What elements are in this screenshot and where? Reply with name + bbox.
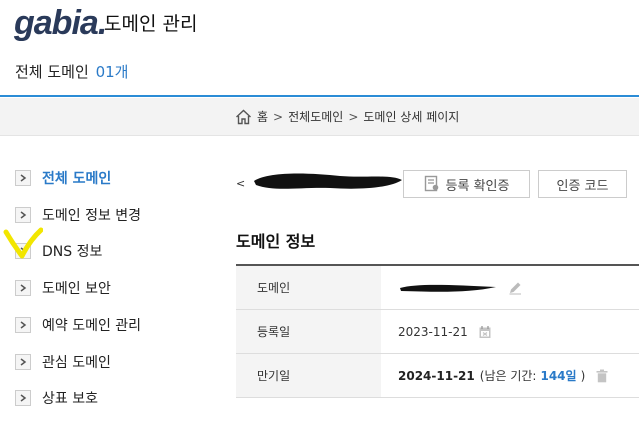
registered-date-value: 2023-11-21	[398, 310, 492, 353]
expiry-date-text: 2024-11-21	[398, 368, 475, 383]
sidebar-item-label: 도메인 보안	[42, 281, 111, 297]
page-header: gabia. 도메인 관리 전체 도메인 01개	[0, 0, 639, 97]
chevron-right-icon	[15, 207, 31, 223]
certificate-button-label: 등록 확인증	[445, 178, 510, 194]
sidebar-item-reserved-domains[interactable]: 예약 도메인 관리	[15, 313, 141, 337]
redacted-domain-value	[400, 284, 496, 292]
registered-date-label: 등록일	[236, 310, 381, 353]
back-link[interactable]: <	[236, 177, 245, 190]
home-icon[interactable]	[235, 109, 252, 125]
trash-icon[interactable]	[595, 369, 609, 383]
sidebar-item-domain-security[interactable]: 도메인 보안	[15, 276, 111, 300]
table-row: 만기일 2024-11-21 (남은 기간: 144일 )	[236, 354, 639, 398]
sidebar-item-label: 관심 도메인	[42, 355, 111, 371]
chevron-right-icon	[15, 280, 31, 296]
remaining-suffix: )	[580, 368, 586, 383]
table-row: 도메인	[236, 266, 639, 310]
pencil-icon[interactable]	[508, 281, 522, 295]
auth-code-button-label: 인증 코드	[556, 178, 609, 194]
certificate-button[interactable]: 등록 확인증	[403, 170, 530, 198]
registered-date-text: 2023-11-21	[398, 324, 468, 339]
remaining-days: 144일	[540, 369, 577, 383]
table-row: 등록일 2023-11-21	[236, 310, 639, 354]
chevron-right-icon	[15, 170, 31, 186]
gabia-logo[interactable]: gabia.	[14, 4, 107, 43]
redacted-domain-name	[254, 173, 402, 189]
domain-info-table: 도메인 등록일 2023-11-21 만기일 2024-11-21 (남은 기간…	[236, 264, 639, 398]
domain-value	[398, 266, 522, 309]
expiry-date-value: 2024-11-21 (남은 기간: 144일 )	[398, 354, 609, 397]
breadcrumb-home[interactable]: 홈	[257, 108, 268, 125]
sidebar-item-watched-domains[interactable]: 관심 도메인	[15, 350, 111, 374]
sidebar-item-label: 전체 도메인	[42, 171, 112, 187]
breadcrumb: 홈 > 전체도메인 > 도메인 상세 페이지	[235, 108, 459, 125]
domain-count-value: 01개	[95, 63, 129, 81]
remaining-prefix: (남은 기간:	[479, 369, 537, 383]
domain-label: 도메인	[236, 266, 381, 309]
breadcrumb-item-domain-detail: 도메인 상세 페이지	[363, 110, 460, 124]
sidebar-item-trademark-protection[interactable]: 상표 보호	[15, 386, 98, 410]
domain-count: 전체 도메인 01개	[15, 61, 128, 82]
chevron-right-icon	[15, 390, 31, 406]
sidebar-item-label: 도메인 정보 변경	[42, 208, 142, 224]
auth-code-button[interactable]: 인증 코드	[538, 170, 627, 198]
chevron-right-icon	[15, 317, 31, 333]
breadcrumb-separator: >	[348, 109, 359, 124]
breadcrumb-bar: 홈 > 전체도메인 > 도메인 상세 페이지	[0, 98, 639, 136]
annotation-checkmark	[3, 227, 43, 259]
sidebar-item-domain-info-change[interactable]: 도메인 정보 변경	[15, 203, 141, 227]
certificate-icon	[424, 175, 438, 192]
page-title: 도메인 관리	[104, 13, 198, 35]
sidebar-item-label: 예약 도메인 관리	[42, 318, 142, 334]
breadcrumb-separator: >	[273, 109, 284, 124]
sidebar-item-label: DNS 정보	[42, 244, 103, 260]
section-title: 도메인 정보	[236, 232, 316, 251]
domain-count-label: 전체 도메인	[15, 63, 89, 81]
expiry-date-label: 만기일	[236, 354, 381, 397]
header-divider	[0, 95, 639, 97]
sidebar-item-all-domains[interactable]: 전체 도메인	[15, 166, 111, 190]
breadcrumb-item-all-domains[interactable]: 전체도메인	[288, 108, 343, 125]
calendar-icon[interactable]	[478, 325, 492, 339]
chevron-right-icon	[15, 354, 31, 370]
sidebar-item-label: 상표 보호	[42, 391, 98, 407]
